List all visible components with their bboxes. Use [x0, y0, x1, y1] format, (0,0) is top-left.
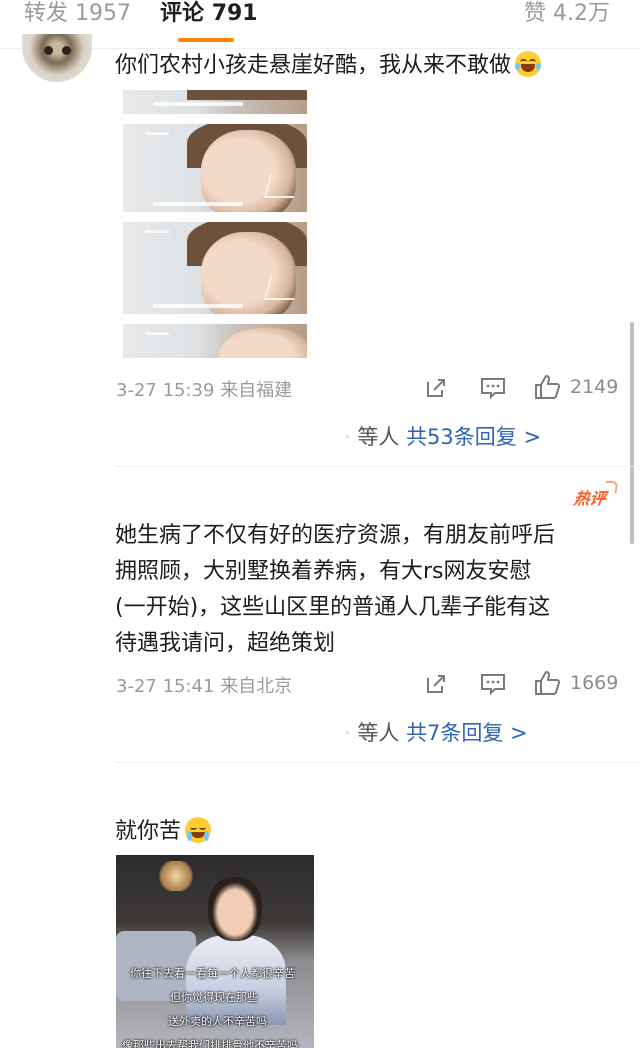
comment-icon[interactable] — [480, 672, 506, 696]
reply-authors: 等人 — [357, 425, 400, 449]
tab-repost[interactable]: 转发 1957 — [24, 0, 131, 28]
image-subtitle: 你往下去看一看每一个人都很辛苦 — [130, 967, 295, 980]
image-subtitle: 像那些出去帮我们排排骨他不辛苦吗 — [122, 1039, 298, 1048]
avatar[interactable] — [22, 34, 92, 82]
comment-image-1[interactable] — [123, 90, 307, 114]
comment-2-view-replies[interactable]: · 等人 共7条回复 > — [344, 717, 528, 747]
active-tab-indicator — [178, 38, 234, 42]
comment-divider — [115, 762, 640, 763]
comment-2-line: 待遇我请问，超绝策划 — [115, 631, 336, 656]
comment-image-4[interactable] — [123, 324, 307, 358]
comment-2-line: (一开始)，这些山区里的普通人几辈子能有这 — [115, 595, 551, 620]
image-subtitle: 但你觉得现在那些 — [170, 991, 258, 1004]
comment-1-location: 来自福建 — [220, 380, 293, 401]
comment-2-line: 她生病了不仅有好的医疗资源，有朋友前呼后 — [115, 523, 556, 548]
comment-image-3[interactable] — [123, 222, 307, 314]
reply-count-link[interactable]: 共53条回复 > — [406, 425, 541, 449]
tab-likes-label: 赞 — [524, 1, 547, 26]
comment-2-location: 来自北京 — [220, 676, 293, 697]
comment-icon[interactable] — [480, 376, 506, 400]
comment-3-text: 就你苦 — [115, 819, 182, 844]
reply-count-link[interactable]: 共7条回复 > — [406, 721, 528, 745]
comment-2-like-count: 1669 — [570, 672, 619, 694]
like-icon[interactable] — [534, 374, 562, 400]
comment-1-time: 3-27 15:39 — [116, 380, 215, 401]
share-icon[interactable] — [424, 376, 448, 400]
reply-authors: 等人 — [357, 721, 400, 745]
like-icon[interactable] — [534, 670, 562, 696]
comment-1-text: 你们农村小孩走悬崖好酷，我从来不敢做 — [115, 53, 512, 78]
comment-1-like-count: 2149 — [570, 376, 619, 398]
comment-2: 她生病了不仅有好的医疗资源，有朋友前呼后 拥照顾，大别墅换着养病，有大rs网友安… — [115, 518, 555, 662]
crying-emoji — [185, 817, 212, 843]
tab-repost-count: 1957 — [75, 1, 132, 26]
share-icon[interactable] — [424, 672, 448, 696]
comment-1: 你们农村小孩走悬崖好酷，我从来不敢做 — [115, 48, 542, 84]
laughing-tears-emoji — [515, 51, 542, 77]
comment-2-time: 3-27 15:41 — [116, 676, 215, 697]
tab-comments[interactable]: 评论 791 — [160, 0, 258, 28]
tab-likes[interactable]: 赞 4.2万 — [524, 0, 610, 28]
comment-2-line: 拥照顾，大别墅换着养病，有大rs网友安慰 — [115, 559, 532, 584]
tab-likes-count: 4.2万 — [553, 1, 611, 26]
tab-comments-count: 791 — [211, 1, 258, 26]
tab-repost-label: 转发 — [24, 1, 69, 26]
comment-1-meta: 3-27 15:39 来自福建 — [116, 376, 292, 402]
comment-image-2[interactable] — [123, 124, 307, 212]
comment-3: 就你苦 — [115, 814, 212, 850]
comment-3-image[interactable]: 你往下去看一看每一个人都很辛苦 但你觉得现在那些 送外卖的人不辛苦吗 像那些出去… — [116, 855, 314, 1048]
image-subtitle: 送外卖的人不辛苦吗 — [168, 1015, 267, 1028]
comment-1-view-replies[interactable]: · 等人 共53条回复 > — [344, 421, 541, 451]
hot-comment-badge: 热评 — [572, 485, 607, 509]
comment-2-meta: 3-27 15:41 来自北京 — [116, 672, 292, 698]
tab-comments-label: 评论 — [160, 1, 205, 26]
comment-divider — [115, 466, 640, 467]
scrollbar[interactable] — [630, 322, 634, 544]
